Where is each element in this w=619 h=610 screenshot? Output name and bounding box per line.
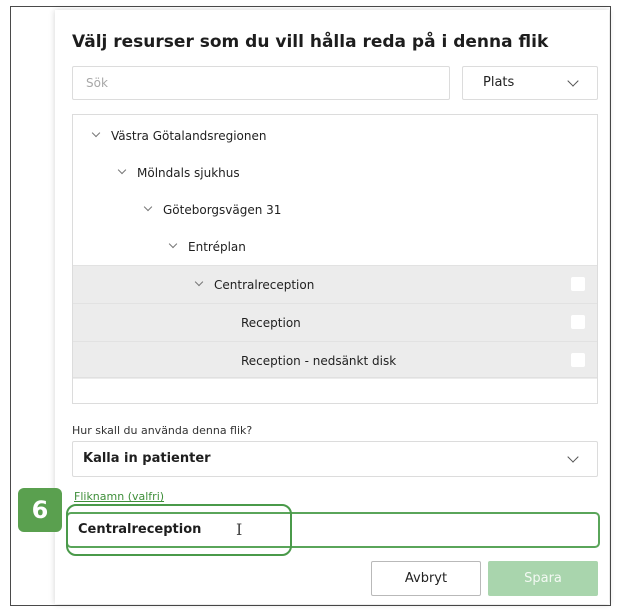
tree-item-label: Centralreception xyxy=(214,278,315,292)
divider xyxy=(73,377,597,378)
tree-item-label: Västra Götalandsregionen xyxy=(111,129,267,143)
location-select[interactable]: Plats xyxy=(462,66,598,100)
usage-select-value: Kalla in patienter xyxy=(83,451,211,466)
save-button[interactable]: Spara xyxy=(488,561,598,596)
tree-item-checkbox[interactable] xyxy=(571,315,585,329)
tree-item-label: Reception xyxy=(241,316,301,330)
highlight-outline xyxy=(66,504,292,556)
tree-item-checkbox[interactable] xyxy=(571,277,585,291)
chevron-down-icon[interactable] xyxy=(117,165,127,175)
tree-item-label: Göteborgsvägen 31 xyxy=(163,203,282,217)
chevron-down-icon[interactable] xyxy=(91,128,101,138)
tree-item-label: Reception - nedsänkt disk xyxy=(241,354,397,368)
resource-tree[interactable]: Västra Götalandsregionen Mölndals sjukhu… xyxy=(72,114,598,404)
dialog-title: Välj resurser som du vill hålla reda på … xyxy=(72,32,549,52)
step-badge: 6 xyxy=(18,488,62,532)
tab-name-label: Fliknamn (valfri) xyxy=(74,490,165,503)
search-input[interactable]: Sök xyxy=(72,66,450,100)
chevron-down-icon[interactable] xyxy=(194,277,204,287)
chevron-down-icon xyxy=(567,75,579,87)
chevron-down-icon xyxy=(567,451,579,463)
tree-item-label: Entréplan xyxy=(188,240,246,254)
tree-item-reception[interactable]: Reception xyxy=(73,303,597,341)
tree-item-checkbox[interactable] xyxy=(571,353,585,367)
tree-item-vastra-gotalandsregionen[interactable]: Västra Götalandsregionen xyxy=(73,117,597,154)
tree-item-goteborgsvagen-31[interactable]: Göteborgsvägen 31 xyxy=(73,191,597,228)
tree-item-centralreception[interactable]: Centralreception xyxy=(73,265,597,303)
chevron-down-icon[interactable] xyxy=(168,239,178,249)
cancel-button[interactable]: Avbryt xyxy=(371,561,481,596)
usage-select[interactable]: Kalla in patienter xyxy=(72,441,598,477)
tree-item-reception-nedsankt-disk[interactable]: Reception - nedsänkt disk xyxy=(73,341,597,379)
text-cursor-icon: I xyxy=(236,520,243,539)
chevron-down-icon[interactable] xyxy=(143,202,153,212)
tree-item-molndals-sjukhus[interactable]: Mölndals sjukhus xyxy=(73,154,597,191)
tree-item-entreplan[interactable]: Entréplan xyxy=(73,228,597,265)
usage-question: Hur skall du använda denna flik? xyxy=(72,424,253,437)
tree-item-label: Mölndals sjukhus xyxy=(137,166,240,180)
location-select-value: Plats xyxy=(483,75,515,90)
